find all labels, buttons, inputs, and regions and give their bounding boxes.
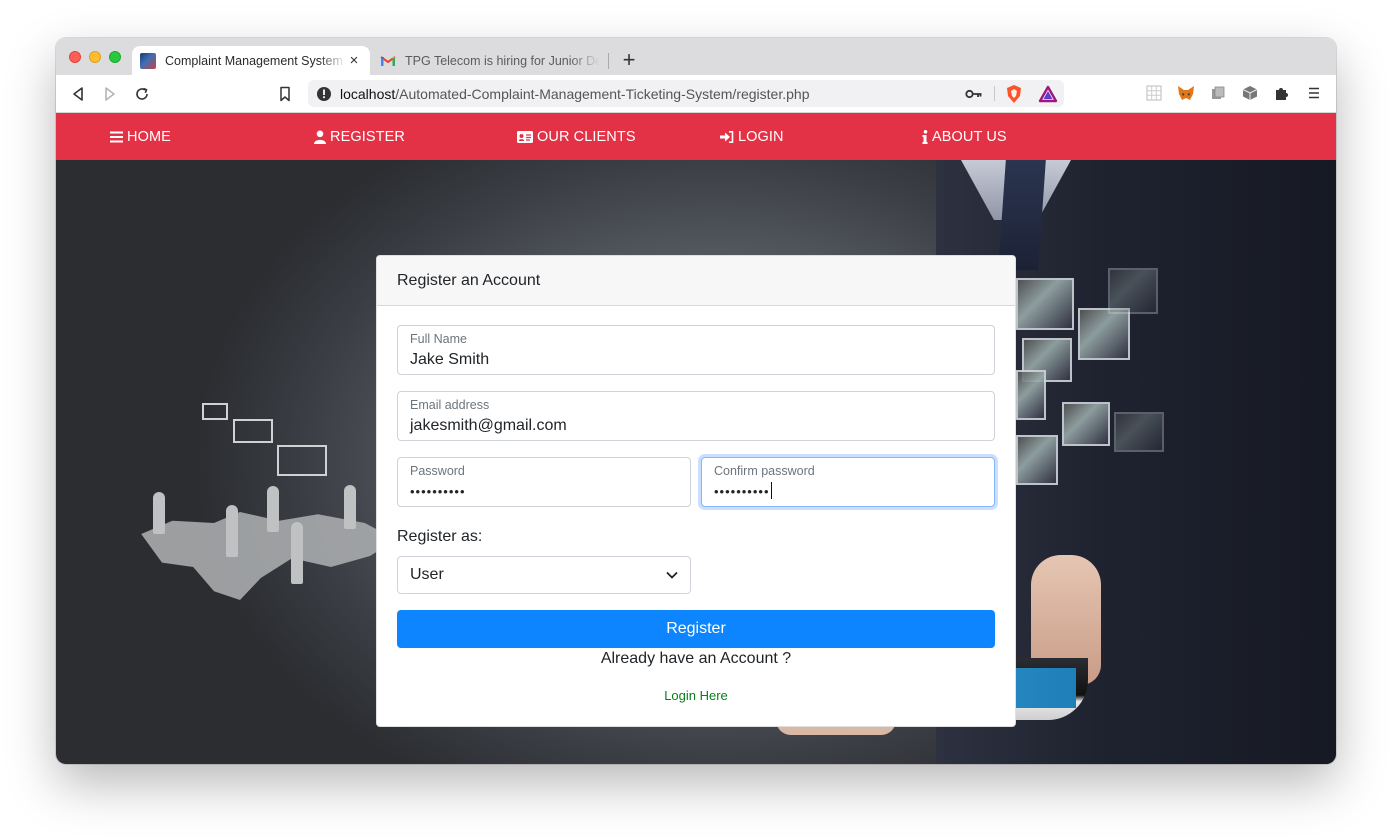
url-host: localhost xyxy=(340,85,396,102)
maximize-window-button[interactable] xyxy=(109,51,121,63)
id-card-icon xyxy=(517,130,533,143)
tab-close-icon[interactable]: × xyxy=(346,52,362,69)
gmail-icon xyxy=(380,53,396,69)
tab-title: TPG Telecom is hiring for Junior Dev xyxy=(405,53,600,68)
site-navbar: HOME REGISTER OUR CLIENTS LOGIN ABOUT US xyxy=(56,113,1336,160)
info-warning-icon[interactable] xyxy=(316,86,332,102)
tab-strip: Complaint Management System × TPG Teleco… xyxy=(56,38,1336,75)
reload-icon xyxy=(136,87,148,100)
reload-button[interactable] xyxy=(131,83,153,105)
tab-title: Complaint Management System xyxy=(165,53,343,68)
metamask-icon[interactable] xyxy=(1176,83,1196,103)
sign-in-icon xyxy=(720,130,734,143)
register-as-select[interactable]: User xyxy=(397,556,691,594)
bookmark-button[interactable] xyxy=(274,83,296,105)
person-silhouette xyxy=(226,505,238,557)
email-field[interactable]: Email address jakesmith@gmail.com xyxy=(397,391,995,441)
box-extension-icon[interactable] xyxy=(1240,83,1260,103)
close-window-button[interactable] xyxy=(69,51,81,63)
register-as-selected-value: User xyxy=(410,566,444,583)
password-field[interactable]: Password •••••••••• xyxy=(397,457,691,507)
already-have-account-text: Already have an Account ? xyxy=(600,650,792,667)
bookmark-icon xyxy=(280,86,290,102)
envelope-icon xyxy=(233,419,273,443)
person-silhouette xyxy=(344,485,356,529)
key-icon[interactable] xyxy=(965,88,983,100)
url-path: /Automated-Complaint-Management-Ticketin… xyxy=(395,85,810,102)
tab-separator xyxy=(608,53,609,69)
nav-our-clients-label: OUR CLIENTS xyxy=(537,128,636,145)
nav-login[interactable]: LOGIN xyxy=(720,113,784,160)
cms-favicon-icon xyxy=(140,52,156,69)
new-tab-button[interactable]: + xyxy=(618,47,640,73)
confirm-password-field[interactable]: Confirm password •••••••••• xyxy=(701,457,995,507)
email-label: Email address xyxy=(410,398,490,412)
puzzle-icon[interactable] xyxy=(1272,83,1292,103)
confirm-password-label: Confirm password xyxy=(714,464,815,478)
full-name-field[interactable]: Full Name Jake Smith xyxy=(397,325,995,375)
password-label: Password xyxy=(410,464,465,478)
envelope-icon xyxy=(277,445,327,476)
email-value: jakesmith@gmail.com xyxy=(410,417,567,434)
full-name-value: Jake Smith xyxy=(410,351,490,368)
brave-shield-icon[interactable] xyxy=(1005,84,1023,104)
register-as-label: Register as: xyxy=(397,528,483,545)
envelope-icon xyxy=(202,403,228,420)
world-map-graphic xyxy=(141,512,396,600)
confirm-password-value: •••••••••• xyxy=(714,484,770,499)
web-page: HOME REGISTER OUR CLIENTS LOGIN ABOUT US xyxy=(56,113,1336,764)
person-silhouette xyxy=(153,492,165,534)
address-bar[interactable]: localhost/Automated-Complaint-Management… xyxy=(308,80,1064,107)
chevron-down-icon xyxy=(666,571,678,579)
forward-button[interactable] xyxy=(99,83,121,105)
minimize-window-button[interactable] xyxy=(89,51,101,63)
register-card: Register an Account Full Name Jake Smith… xyxy=(376,255,1016,727)
hero-background-image: Register an Account Full Name Jake Smith… xyxy=(56,160,1336,764)
register-button[interactable]: Register xyxy=(397,610,995,648)
grid-extension-icon[interactable] xyxy=(1144,83,1164,103)
nav-home[interactable]: HOME xyxy=(110,113,171,160)
back-button[interactable] xyxy=(67,83,89,105)
necktie xyxy=(998,160,1046,270)
urlbar-divider xyxy=(994,86,995,101)
user-icon xyxy=(314,130,326,144)
nav-about-us[interactable]: ABOUT US xyxy=(922,113,1007,160)
nav-register[interactable]: REGISTER xyxy=(314,113,405,160)
forward-icon xyxy=(105,87,115,101)
person-silhouette xyxy=(291,522,303,584)
login-here-link[interactable]: Login Here xyxy=(377,688,1015,703)
nav-our-clients[interactable]: OUR CLIENTS xyxy=(517,113,636,160)
person-silhouette xyxy=(267,486,279,532)
tab-gmail[interactable]: TPG Telecom is hiring for Junior Dev xyxy=(372,46,608,75)
back-icon xyxy=(73,87,83,101)
browser-toolbar: localhost/Automated-Complaint-Management… xyxy=(56,75,1336,113)
menu-icon[interactable] xyxy=(1304,83,1324,103)
text-caret xyxy=(770,482,772,499)
tab-complaint-management[interactable]: Complaint Management System × xyxy=(132,46,370,75)
copy-extension-icon[interactable] xyxy=(1208,83,1228,103)
nav-home-label: HOME xyxy=(127,128,171,145)
info-icon xyxy=(922,129,928,144)
password-value: •••••••••• xyxy=(410,484,466,499)
full-name-label: Full Name xyxy=(410,332,467,346)
nav-register-label: REGISTER xyxy=(330,128,405,145)
nav-login-label: LOGIN xyxy=(738,128,784,145)
nav-about-us-label: ABOUT US xyxy=(932,128,1007,145)
bars-icon xyxy=(110,131,123,142)
brave-rewards-icon[interactable] xyxy=(1038,85,1058,103)
browser-window: Complaint Management System × TPG Teleco… xyxy=(56,38,1336,764)
confirm-password-value-row: •••••••••• xyxy=(714,480,982,504)
card-title: Register an Account xyxy=(377,256,1015,306)
